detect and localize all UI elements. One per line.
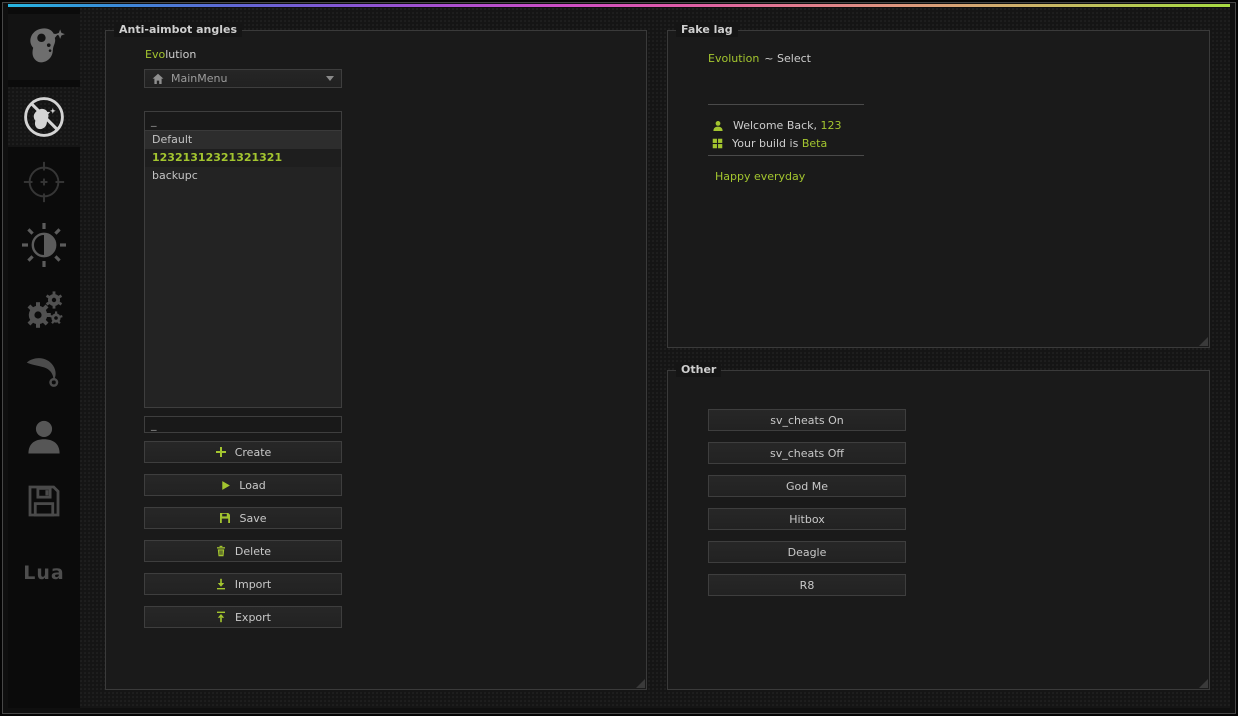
separator [708,104,864,105]
config-brand-label: Evolution [145,48,196,61]
fakelag-panel-title: Fake lag [676,23,738,37]
gears-icon [20,285,68,333]
other-panel-title: Other [676,363,721,377]
brand-select-header: Evolution~ Select [708,52,811,65]
brightness-icon [20,221,68,269]
delete-button[interactable]: Delete [144,540,342,562]
player-icon [22,415,66,459]
separator [708,155,864,156]
build-row: Your build is Beta [712,137,827,150]
welcome-row: Welcome Back, 123 [712,119,842,132]
list-item-selected[interactable]: 12321312321321321 [145,149,341,167]
antiaim-panel-title: Anti-aimbot angles [114,23,242,37]
sv-cheats-on-button[interactable]: sv_cheats On [708,409,906,431]
list-item[interactable]: backupc [145,167,341,185]
chevron-down-icon [326,76,334,81]
sidebar-item-misc[interactable] [8,277,80,341]
sidebar: Lua [8,8,80,708]
sidebar-item-configs[interactable] [8,468,80,534]
sidebar-item-antiaim-active[interactable] [8,87,80,147]
config-dropdown-value: MainMenu [171,72,227,85]
export-icon [215,611,227,623]
sidebar-item-lua[interactable]: Lua [8,548,80,598]
antiaim-panel: Anti-aimbot angles Evolution MainMenu _ … [105,30,647,690]
crosshair-icon [21,159,67,205]
sidebar-item-rage[interactable] [8,14,80,80]
export-button[interactable]: Export [144,606,342,628]
no-aim-icon [21,94,67,140]
save-button[interactable]: Save [144,507,342,529]
other-panel: Other sv_cheats On sv_cheats Off God Me … [667,370,1210,690]
sidebar-item-legit[interactable] [8,150,80,213]
import-button[interactable]: Import [144,573,342,595]
create-button[interactable]: Create [144,441,342,463]
fakelag-panel: Fake lag Evolution~ Select Welcome Back,… [667,30,1210,348]
config-list-filter[interactable]: _ [145,112,341,131]
home-icon [152,73,164,85]
welcome-text: Welcome Back, 123 [733,119,842,132]
resize-grip[interactable] [1199,679,1208,688]
headshot-icon [22,25,66,69]
knife-icon [21,350,67,396]
play-icon [220,480,231,491]
resize-grip[interactable] [636,679,645,688]
sidebar-item-skins[interactable] [8,341,80,405]
sidebar-item-visuals[interactable] [8,213,80,277]
floppy-icon [23,480,65,522]
god-me-button[interactable]: God Me [708,475,906,497]
lua-label: Lua [23,562,64,584]
plus-icon [215,446,227,458]
config-list: _ Default 12321312321321321 backupc [144,111,342,408]
import-icon [215,578,227,590]
r8-button[interactable]: R8 [708,574,906,596]
list-item[interactable]: Default [145,131,341,149]
cheat-menu-window: Lua Anti-aimbot angles Evolution MainMen… [0,0,1238,716]
trash-icon [215,545,227,557]
config-name-input[interactable]: _ [144,416,342,433]
status-message: Happy everyday [715,170,805,183]
accent-gradient-bar [8,4,1230,7]
config-dropdown[interactable]: MainMenu [144,69,342,88]
sidebar-item-players[interactable] [8,405,80,468]
save-icon [219,512,231,524]
build-text: Your build is Beta [732,137,827,150]
user-icon [712,120,724,132]
grid-icon [712,138,723,149]
deagle-button[interactable]: Deagle [708,541,906,563]
sv-cheats-off-button[interactable]: sv_cheats Off [708,442,906,464]
load-button[interactable]: Load [144,474,342,496]
hitbox-button[interactable]: Hitbox [708,508,906,530]
resize-grip[interactable] [1199,337,1208,346]
